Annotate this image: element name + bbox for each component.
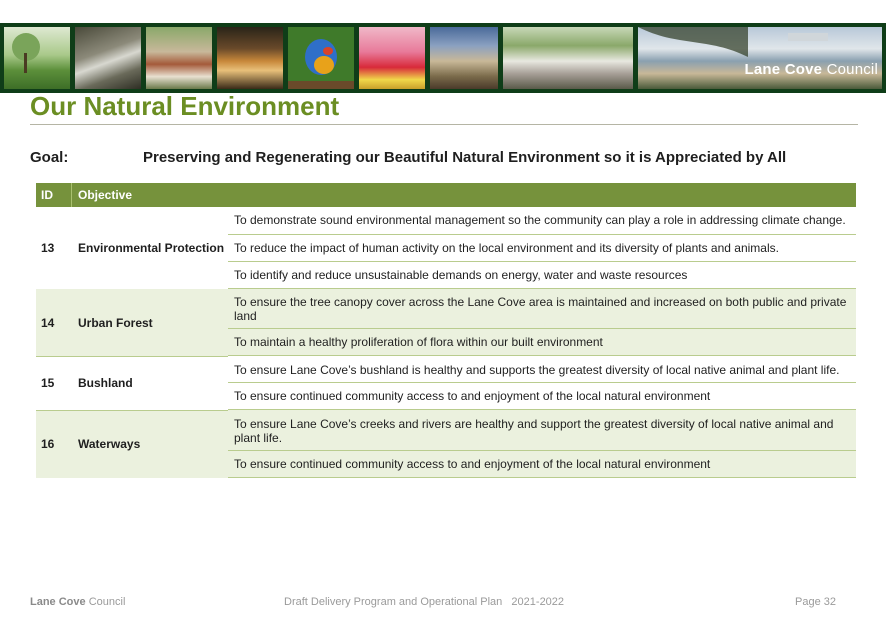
- council-logo-text: Lane Cove Council: [744, 61, 878, 78]
- goal-label: Goal:: [30, 149, 69, 166]
- title-divider: [30, 124, 858, 125]
- group-id: 15: [41, 376, 55, 390]
- objective-row: To demonstrate sound environmental manag…: [228, 207, 856, 235]
- header-banner: Lane Cove Council: [0, 23, 886, 93]
- row-divider: [36, 410, 228, 411]
- header-id: ID: [41, 188, 53, 202]
- header-separator: [71, 183, 72, 207]
- banner-photo-park: [4, 27, 70, 89]
- group-name: Bushland: [78, 376, 133, 390]
- table-group-16: 16 Waterways To ensure Lane Cove’s creek…: [36, 410, 856, 478]
- footer-page-number: Page 32: [795, 596, 836, 608]
- table-group-15: 15 Bushland To ensure Lane Cove’s bushla…: [36, 356, 856, 410]
- objective-row: To reduce the impact of human activity o…: [228, 235, 856, 262]
- banner-photo-dancer: [359, 27, 425, 89]
- group-name: Waterways: [78, 437, 141, 451]
- page-title: Our Natural Environment: [30, 91, 340, 121]
- objective-row: To ensure Lane Cove’s creeks and rivers …: [228, 410, 856, 451]
- objective-row: To ensure the tree canopy cover across t…: [228, 289, 856, 329]
- banner-photo-building: [430, 27, 498, 89]
- goal-text: Preserving and Regenerating our Beautifu…: [143, 149, 787, 166]
- table-group-13: 13 Environmental Protection To demonstra…: [36, 207, 856, 289]
- group-name: Environmental Protection: [78, 241, 225, 255]
- objective-row: To identify and reduce unsustainable dem…: [228, 262, 856, 289]
- group-id: 13: [41, 241, 55, 255]
- footer-council: Lane Cove Council: [30, 596, 126, 608]
- banner-photo-lorikeet: [288, 27, 354, 89]
- objective-row: To ensure continued community access to …: [228, 451, 856, 478]
- group-id: 14: [41, 316, 55, 330]
- objective-row: To ensure continued community access to …: [228, 383, 856, 410]
- banner-photo-festival: [146, 27, 212, 89]
- banner-photo-harbour: [638, 27, 882, 89]
- banner-photo-market: [217, 27, 283, 89]
- objective-row: To ensure Lane Cove’s bushland is health…: [228, 356, 856, 383]
- table-group-14: 14 Urban Forest To ensure the tree canop…: [36, 289, 856, 356]
- table-header: ID Objective: [36, 183, 856, 207]
- footer-document-title: Draft Delivery Program and Operational P…: [284, 596, 565, 608]
- objective-row: To maintain a healthy proliferation of f…: [228, 329, 856, 356]
- banner-photo-creek: [75, 27, 141, 89]
- header-objective: Objective: [78, 188, 133, 202]
- group-id: 16: [41, 437, 55, 451]
- row-divider: [36, 356, 228, 357]
- group-name: Urban Forest: [78, 316, 153, 330]
- banner-photo-street: [503, 27, 633, 89]
